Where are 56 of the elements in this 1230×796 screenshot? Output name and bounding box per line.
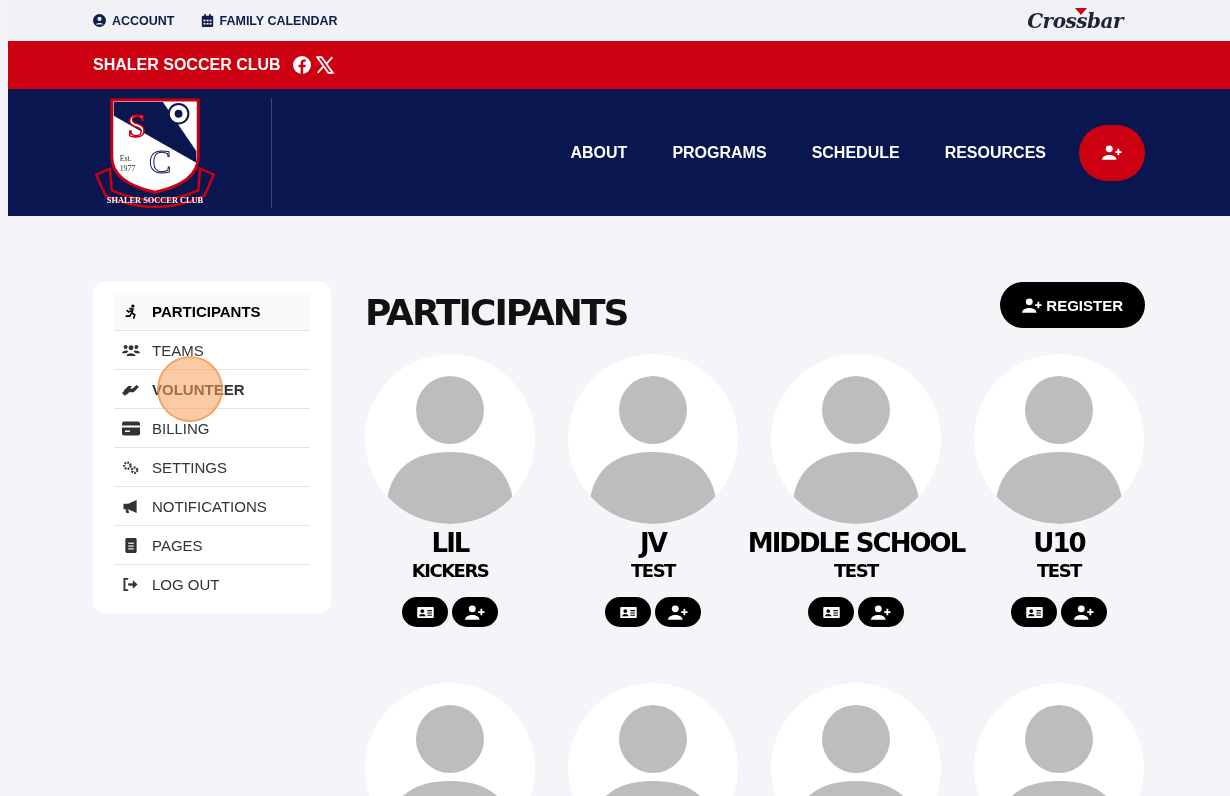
- sidebar-item[interactable]: NOTIFICATIONS: [114, 487, 310, 526]
- sidebar-item[interactable]: LOG OUT: [114, 565, 310, 603]
- participant-team: TEST: [631, 560, 675, 581]
- id-card-icon: [416, 606, 434, 618]
- top-nav-link[interactable]: FAMILY CALENDAR: [200, 13, 338, 28]
- crest-year-text: 1977: [119, 163, 136, 173]
- id-card-icon: [619, 606, 637, 618]
- add-user-button[interactable]: [655, 597, 701, 627]
- id-card-icon: [1025, 606, 1043, 618]
- participant-team: TEST: [834, 560, 878, 581]
- sidebar-item[interactable]: SETTINGS: [114, 448, 310, 487]
- participant-team: TEST: [1037, 560, 1081, 581]
- document-icon: [122, 537, 140, 553]
- id-card-button[interactable]: [402, 597, 448, 627]
- id-card-icon: [822, 606, 840, 618]
- id-card-button[interactable]: [1011, 597, 1057, 627]
- add-user-button[interactable]: [1061, 597, 1107, 627]
- participant-team: KICKERS: [411, 560, 489, 581]
- credit-card-icon: [122, 420, 140, 436]
- brand-logo[interactable]: Crossbar: [1025, 4, 1125, 37]
- nav-link[interactable]: SCHEDULE: [811, 143, 900, 162]
- add-user-icon: [1022, 297, 1043, 313]
- crest-letter: C: [149, 142, 172, 180]
- add-user-icon: [668, 604, 688, 620]
- register-button[interactable]: REGISTER: [1000, 282, 1145, 328]
- participant-name: LIL: [431, 528, 469, 558]
- user-circle-icon: [93, 14, 106, 27]
- calendar-icon: [200, 14, 214, 27]
- group-of-people-icon: [122, 342, 140, 358]
- sidebar-item[interactable]: PAGES: [114, 526, 310, 565]
- nav-link[interactable]: ABOUT: [570, 143, 628, 162]
- page-title: PARTICIPANTS: [365, 291, 628, 333]
- add-user-button[interactable]: [452, 597, 498, 627]
- id-card-button[interactable]: [808, 597, 854, 627]
- facebook-icon[interactable]: [292, 56, 311, 74]
- nav-link[interactable]: RESOURCES: [944, 143, 1046, 162]
- add-user-button[interactable]: [858, 597, 904, 627]
- sidebar-item[interactable]: TEAMS: [114, 331, 310, 370]
- crest-est-text: Est.: [119, 153, 132, 163]
- x-logo-icon[interactable]: [315, 56, 334, 74]
- sidebar-item[interactable]: BILLING: [114, 409, 310, 448]
- add-user-icon: [465, 604, 485, 620]
- add-user-icon: [1074, 604, 1094, 620]
- participant-name: JV: [640, 528, 666, 558]
- participant-name: U10: [1033, 528, 1085, 558]
- sidebar-item[interactable]: PARTICIPANTS: [114, 292, 310, 331]
- club-name: SHALER SOCCER CLUB: [93, 56, 281, 74]
- add-user-icon: [871, 604, 891, 620]
- logout-arrow-icon: [122, 576, 140, 592]
- id-card-button[interactable]: [605, 597, 651, 627]
- megaphone-icon: [122, 498, 140, 514]
- add-user-icon: [1102, 145, 1122, 160]
- top-nav-link[interactable]: ACCOUNT: [93, 13, 175, 28]
- nav-link[interactable]: PROGRAMS: [672, 143, 767, 162]
- gears-icon: [122, 459, 140, 475]
- participant-name: MIDDLE SCHOOL: [747, 528, 965, 558]
